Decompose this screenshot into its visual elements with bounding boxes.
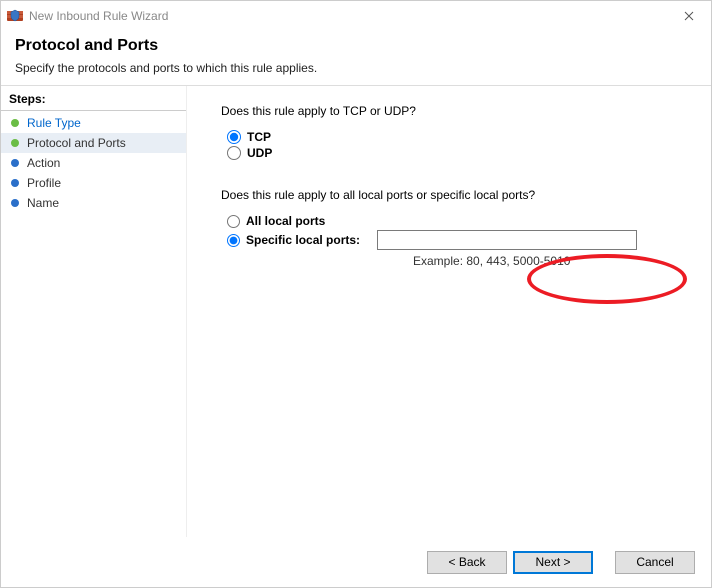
protocol-radio-group: TCP UDP bbox=[227, 130, 689, 160]
radio-tcp-label[interactable]: TCP bbox=[247, 130, 271, 144]
page-title: Protocol and Ports bbox=[15, 37, 697, 55]
specific-ports-input[interactable] bbox=[377, 230, 637, 250]
wizard-main: Does this rule apply to TCP or UDP? TCP … bbox=[187, 86, 711, 537]
radio-specific-ports[interactable] bbox=[227, 234, 240, 247]
window-title: New Inbound Rule Wizard bbox=[29, 9, 667, 23]
firewall-icon bbox=[7, 8, 23, 24]
wizard-header: Protocol and Ports Specify the protocols… bbox=[1, 31, 711, 85]
ports-radio-group: All local ports Specific local ports: bbox=[227, 214, 689, 250]
wizard-body: Steps: Rule Type Protocol and Ports Action… bbox=[1, 85, 711, 537]
next-button[interactable]: Next > bbox=[513, 551, 593, 574]
bullet-icon bbox=[11, 139, 19, 147]
back-button[interactable]: < Back bbox=[427, 551, 507, 574]
step-label: Action bbox=[27, 156, 60, 170]
ports-example-text: Example: 80, 443, 5000-5010 bbox=[413, 254, 689, 268]
step-label: Rule Type bbox=[27, 116, 81, 130]
bullet-icon bbox=[11, 179, 19, 187]
step-item-protocol-and-ports[interactable]: Protocol and Ports bbox=[1, 133, 186, 153]
titlebar: New Inbound Rule Wizard bbox=[1, 1, 711, 31]
page-subtitle: Specify the protocols and ports to which… bbox=[15, 61, 697, 75]
step-item-action[interactable]: Action bbox=[1, 153, 186, 173]
step-label: Name bbox=[27, 196, 59, 210]
question-protocol: Does this rule apply to TCP or UDP? bbox=[221, 104, 689, 118]
step-label: Profile bbox=[27, 176, 61, 190]
close-button[interactable] bbox=[667, 1, 711, 31]
cancel-button[interactable]: Cancel bbox=[615, 551, 695, 574]
wizard-window: New Inbound Rule Wizard Protocol and Por… bbox=[0, 0, 712, 588]
radio-tcp[interactable] bbox=[227, 130, 241, 144]
step-item-profile[interactable]: Profile bbox=[1, 173, 186, 193]
radio-udp[interactable] bbox=[227, 146, 241, 160]
radio-udp-label[interactable]: UDP bbox=[247, 146, 272, 160]
question-ports: Does this rule apply to all local ports … bbox=[221, 188, 689, 202]
bullet-icon bbox=[11, 119, 19, 127]
steps-sidebar: Steps: Rule Type Protocol and Ports Action… bbox=[1, 86, 187, 537]
radio-specific-ports-label[interactable]: Specific local ports: bbox=[246, 233, 360, 247]
radio-all-ports-label[interactable]: All local ports bbox=[246, 214, 325, 228]
steps-heading: Steps: bbox=[1, 90, 186, 111]
step-item-rule-type[interactable]: Rule Type bbox=[1, 113, 186, 133]
bullet-icon bbox=[11, 199, 19, 207]
step-label: Protocol and Ports bbox=[27, 136, 126, 150]
step-item-name[interactable]: Name bbox=[1, 193, 186, 213]
radio-all-ports[interactable] bbox=[227, 215, 240, 228]
bullet-icon bbox=[11, 159, 19, 167]
wizard-footer: < Back Next > Cancel bbox=[1, 537, 711, 587]
